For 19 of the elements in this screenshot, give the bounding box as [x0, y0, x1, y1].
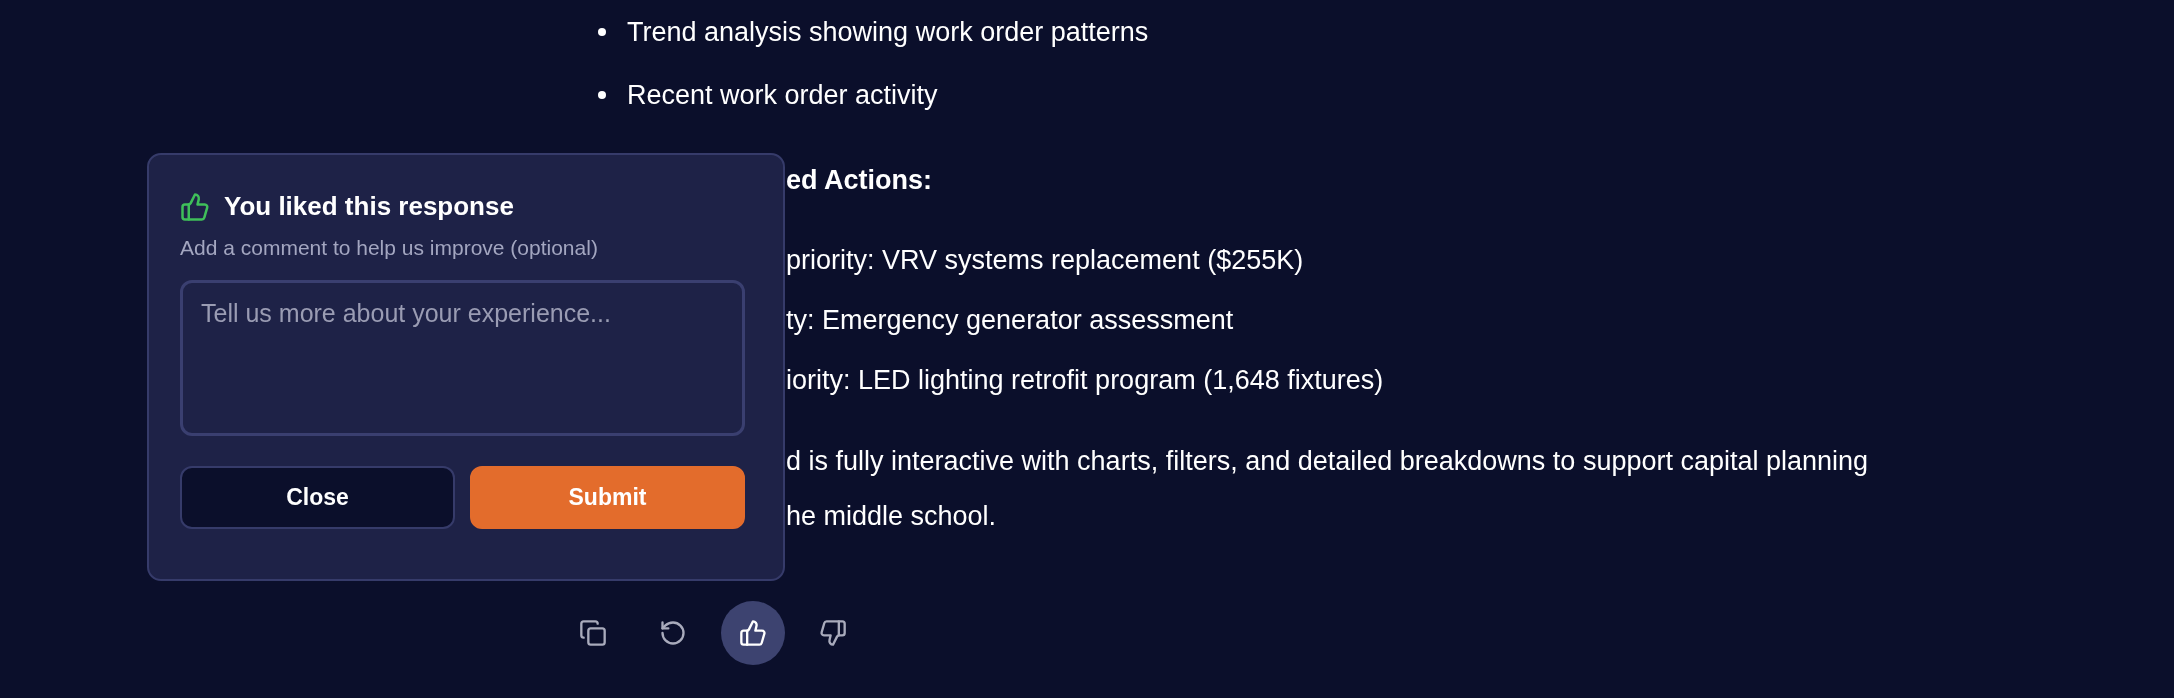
response-text: iority: LED lighting retrofit program (1,648 fixtures) [786, 364, 1384, 397]
response-text: d is fully interactive with charts, filters, and detailed breakdowns to support capital planning [786, 445, 1869, 478]
thumbs-up-icon [180, 191, 210, 222]
response-text: priority: VRV systems replacement ($255K) [786, 244, 1304, 277]
copy-icon [579, 619, 607, 647]
bullet-icon [598, 91, 606, 99]
section-heading: ed Actions: [786, 164, 932, 197]
response-text: ty: Emergency generator assessment [786, 304, 1234, 337]
response-text: Recent work order activity [627, 79, 938, 112]
comment-field[interactable]: Tell us more about your experience... [180, 280, 745, 436]
close-button[interactable]: Close [180, 466, 455, 529]
regenerate-icon [659, 619, 687, 647]
bullet-icon [598, 28, 606, 36]
response-text: he middle school. [786, 500, 997, 533]
thumbs-down-icon [819, 619, 847, 647]
thumbs-up-icon [739, 619, 767, 647]
response-text: Trend analysis showing work order patterns [627, 16, 1149, 49]
popup-subtitle: Add a comment to help us improve (optional) [180, 236, 599, 260]
popup-title: You liked this response [224, 191, 514, 222]
